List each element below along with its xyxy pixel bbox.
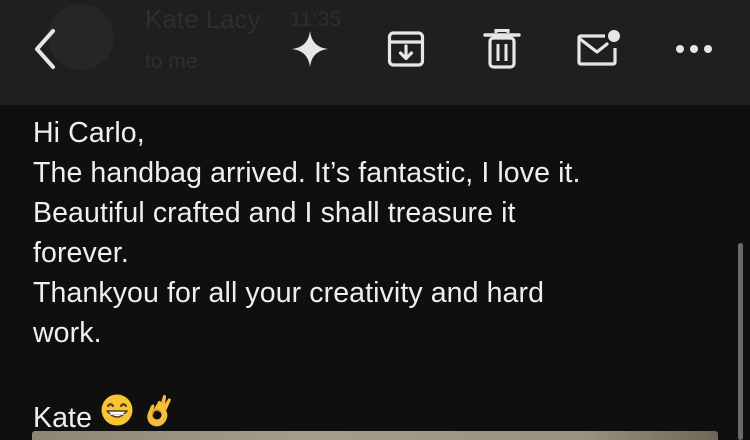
sparkle-icon <box>292 31 328 67</box>
back-button[interactable] <box>18 22 72 76</box>
archive-button[interactable] <box>379 22 433 76</box>
sender-name: Kate Lacy <box>145 4 261 34</box>
attachment-image-preview[interactable] <box>32 431 718 440</box>
trash-icon <box>483 29 521 69</box>
more-horizontal-icon <box>676 45 712 53</box>
grinning-face-emoji <box>101 394 133 426</box>
ok-hand-emoji <box>147 394 171 427</box>
message-line: Beautiful crafted and I shall treasure i… <box>33 197 516 229</box>
summarize-button[interactable] <box>283 22 337 76</box>
mail-unread-icon <box>577 30 620 66</box>
chevron-left-icon <box>35 29 55 69</box>
top-toolbar: Kate Lacy 11:35 to me <box>0 0 750 105</box>
more-options-button[interactable] <box>667 22 721 76</box>
message-line: The handbag arrived. It’s fantastic, I l… <box>33 157 581 189</box>
scrollbar[interactable] <box>738 243 743 440</box>
message-body: Hi Carlo, The handbag arrived. It’s fant… <box>33 113 713 438</box>
message-line: Thankyou for all your creativity and har… <box>33 277 545 309</box>
message-line: forever. <box>33 237 129 269</box>
signature-name: Kate <box>33 402 93 434</box>
mark-unread-button[interactable] <box>571 22 625 76</box>
delete-button[interactable] <box>475 22 529 76</box>
message-line: Hi Carlo, <box>33 117 145 149</box>
recipient-line: to me <box>145 50 198 73</box>
message-line: work. <box>33 317 102 349</box>
archive-icon <box>387 31 425 67</box>
